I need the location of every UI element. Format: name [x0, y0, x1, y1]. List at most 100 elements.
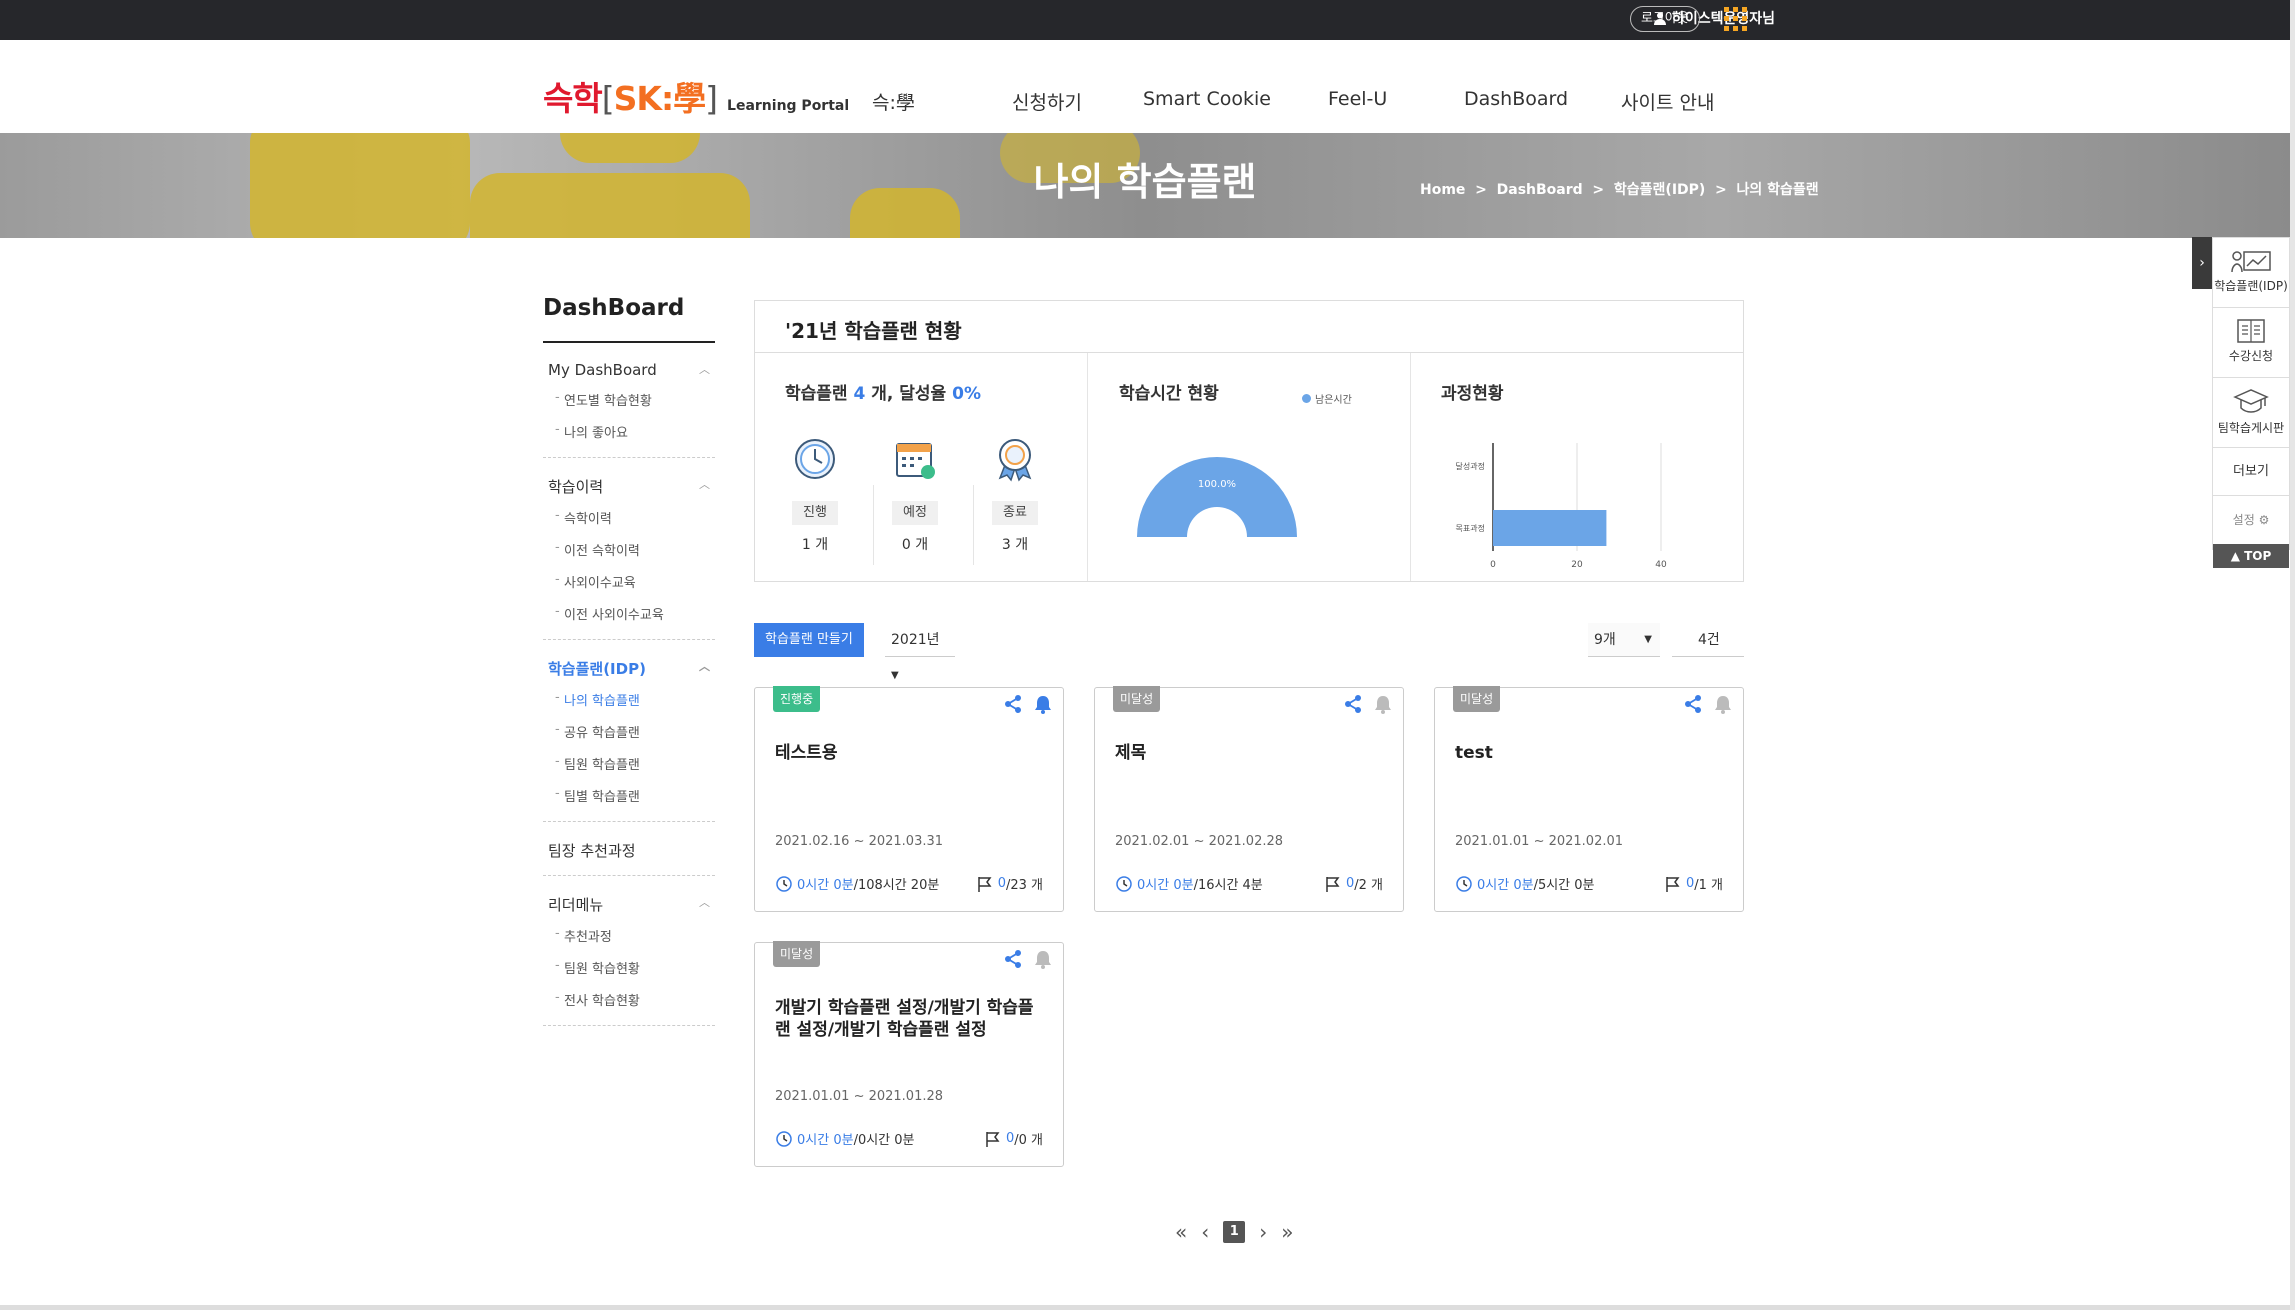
plan-card[interactable]: 미달성 제목 2021.02.01 ~ 2021.02.28 0시간 0분/16…: [1094, 686, 1404, 912]
quick-item-label: 팀학습게시판: [2217, 421, 2285, 435]
plan-title[interactable]: 테스트용: [775, 742, 1045, 764]
site-logo[interactable]: 슥학[SK:學] Learning Portal: [543, 72, 849, 120]
sidebar-group-leader-recommend: 팀장 추천과정: [543, 822, 715, 876]
plan-progress: 0/23 개: [976, 874, 1043, 893]
sidebar-group-leader-menu: 리더메뉴︿ 추천과정 팀원 학습현황 전사 학습현황: [543, 876, 715, 1026]
page-number[interactable]: 1: [1223, 1221, 1246, 1243]
plan-period: 2021.02.16 ~ 2021.03.31: [775, 834, 944, 849]
sidebar-title: DashBoard: [543, 295, 715, 343]
plan-time: 0시간 0분/5시간 0분: [1455, 874, 1595, 893]
bell-icon[interactable]: [1033, 694, 1053, 714]
sidebar-item[interactable]: 팀원 학습현황: [543, 951, 715, 983]
scroll-top-button[interactable]: ▲ TOP: [2213, 544, 2289, 568]
y-tick-label: 달성과정: [1456, 461, 1485, 471]
bell-icon[interactable]: [1713, 694, 1733, 714]
bell-icon[interactable]: [1373, 694, 1393, 714]
plan-meta: 0시간 0분/0시간 0분 0/0 개: [775, 1129, 1043, 1148]
bar-목표과정: [1493, 510, 1607, 546]
bell-icon[interactable]: [1033, 949, 1053, 969]
plan-title[interactable]: test: [1455, 742, 1725, 764]
last-page-icon[interactable]: »: [1281, 1220, 1293, 1244]
nav-item-sukhak[interactable]: 슥:學: [872, 88, 915, 115]
site-header: 슥학[SK:學] Learning Portal 슥:學 신청하기 Smart …: [0, 40, 2290, 133]
quick-item-idp[interactable]: 학습플랜(IDP): [2213, 238, 2289, 308]
nav-item-dashboard[interactable]: DashBoard: [1464, 88, 1568, 110]
status-title: '21년 학습플랜 현황: [755, 301, 1743, 353]
plan-period: 2021.02.01 ~ 2021.02.28: [1115, 834, 1284, 849]
nav-item-apply[interactable]: 신청하기: [1012, 88, 1082, 115]
quickmenu-toggle[interactable]: ›: [2192, 237, 2212, 289]
study-time-heading: 학습시간 현황: [1119, 384, 1219, 404]
flag-icon: [986, 1131, 1000, 1147]
plan-title[interactable]: 제목: [1115, 742, 1385, 764]
sidebar-group-header[interactable]: 학습플랜(IDP) ︿: [543, 654, 715, 683]
next-page-icon[interactable]: ›: [1259, 1220, 1267, 1244]
status-badge: 진행중: [773, 686, 821, 712]
app-grid-icon[interactable]: [1724, 7, 1748, 31]
plan-time: 0시간 0분/108시간 20분: [775, 874, 939, 893]
sidebar-group-header[interactable]: 팀장 추천과정: [543, 836, 715, 865]
plan-progress: 0/1 개: [1664, 874, 1723, 893]
sidebar-item[interactable]: 나의 좋아요: [543, 415, 715, 447]
sidebar-group-header[interactable]: My DashBoard ︿: [543, 357, 715, 383]
sidebar-item[interactable]: 이전 사외이수교육: [543, 597, 715, 629]
sidebar-group-header[interactable]: 학습이력 ︿: [543, 472, 715, 501]
nav-item-smart-cookie[interactable]: Smart Cookie: [1143, 88, 1271, 110]
sidebar-group-idp: 학습플랜(IDP)︿ 나의 학습플랜 공유 학습플랜 팀원 학습플랜 팀별 학습…: [543, 640, 715, 822]
status-badge: 미달성: [1113, 686, 1161, 712]
donut-chart: 100.0%: [1137, 457, 1297, 537]
year-select[interactable]: 2021년 ▼: [885, 623, 955, 681]
plan-status-panel: '21년 학습플랜 현황 학습플랜 4 개, 달성율 0% 진행 예정 종료 1…: [754, 300, 1744, 582]
sidebar-item[interactable]: 연도별 학습현황: [543, 383, 715, 415]
prev-page-icon[interactable]: ‹: [1201, 1220, 1209, 1244]
share-icon[interactable]: [1683, 694, 1703, 714]
first-page-icon[interactable]: «: [1175, 1220, 1187, 1244]
sidebar-item[interactable]: 공유 학습플랜: [543, 715, 715, 747]
sidebar-item[interactable]: 사외이수교육: [543, 565, 715, 597]
sidebar-item-my-plan[interactable]: 나의 학습플랜: [543, 683, 715, 715]
footer-edge: [0, 1305, 2290, 1310]
y-tick-label: 목표과정: [1456, 523, 1485, 533]
graduation-cap-icon: [2233, 389, 2269, 413]
sidebar-item[interactable]: 추천과정: [543, 919, 715, 951]
quick-menu: 학습플랜(IDP) 수강신청 팀학습게시판 더보기 설정 ⚙ ▲ TOP: [2212, 237, 2290, 568]
quick-item-team-board[interactable]: 팀학습게시판: [2213, 378, 2289, 448]
study-time-chart: 학습시간 현황 남은시간 100.0%: [1089, 353, 1411, 581]
quick-item-enroll[interactable]: 수강신청: [2213, 308, 2289, 378]
chart-legend: 남은시간: [1302, 391, 1352, 406]
quick-item-label: 학습플랜(IDP): [2214, 279, 2288, 293]
pagination: « ‹ 1 › »: [1175, 1220, 1294, 1244]
book-icon: [2237, 319, 2265, 343]
flag-icon: [1326, 876, 1340, 892]
quick-more-button[interactable]: 더보기: [2213, 448, 2289, 496]
share-icon[interactable]: [1003, 949, 1023, 969]
plan-time: 0시간 0분/0시간 0분: [775, 1129, 915, 1148]
plan-period: 2021.01.01 ~ 2021.01.28: [775, 1089, 944, 1104]
logout-button[interactable]: 로그아웃: [1630, 6, 1700, 32]
plan-title[interactable]: 개발기 학습플랜 설정/개발기 학습플랜 설정/개발기 학습플랜 설정: [775, 997, 1045, 1041]
sidebar-item[interactable]: 팀별 학습플랜: [543, 779, 715, 811]
course-bar-chart: 0 20 40 달성과정목표과정: [1456, 443, 1667, 570]
plan-card[interactable]: 미달성 개발기 학습플랜 설정/개발기 학습플랜 설정/개발기 학습플랜 설정 …: [754, 941, 1064, 1167]
donut-label: 100.0%: [1198, 479, 1236, 490]
share-icon[interactable]: [1003, 694, 1023, 714]
per-page-select[interactable]: 9개 ▼: [1588, 623, 1660, 657]
plan-card[interactable]: 진행중 테스트용 2021.02.16 ~ 2021.03.31 0시간 0분 /…: [754, 686, 1064, 912]
status-label-planned: 예정: [892, 501, 938, 525]
plan-card[interactable]: 미달성 test 2021.01.01 ~ 2021.02.01 0시간 0분 /…: [1434, 686, 1744, 912]
nav-item-site-guide[interactable]: 사이트 안내: [1621, 88, 1714, 115]
share-icon[interactable]: [1343, 694, 1363, 714]
sidebar-item[interactable]: 슥학이력: [543, 501, 715, 533]
chevron-up-icon: ︿: [699, 363, 710, 376]
nav-item-feel-u[interactable]: Feel-U: [1328, 88, 1387, 110]
scrollbar[interactable]: [2290, 0, 2295, 1310]
award-icon: [998, 439, 1032, 482]
sidebar-item[interactable]: 이전 슥학이력: [543, 533, 715, 565]
plan-summary: 학습플랜 4 개, 달성율 0% 진행 예정 종료 1 개 0 개 3 개: [755, 353, 1088, 581]
sidebar-group-header[interactable]: 리더메뉴 ︿: [543, 890, 715, 919]
sidebar-item[interactable]: 전사 학습현황: [543, 983, 715, 1015]
quick-settings-button[interactable]: 설정 ⚙: [2213, 496, 2289, 544]
sidebar-item[interactable]: 팀원 학습플랜: [543, 747, 715, 779]
create-plan-button[interactable]: 학습플랜 만들기: [754, 623, 864, 657]
plan-meta: 0시간 0분/16시간 4분 0/2 개: [1115, 874, 1383, 893]
